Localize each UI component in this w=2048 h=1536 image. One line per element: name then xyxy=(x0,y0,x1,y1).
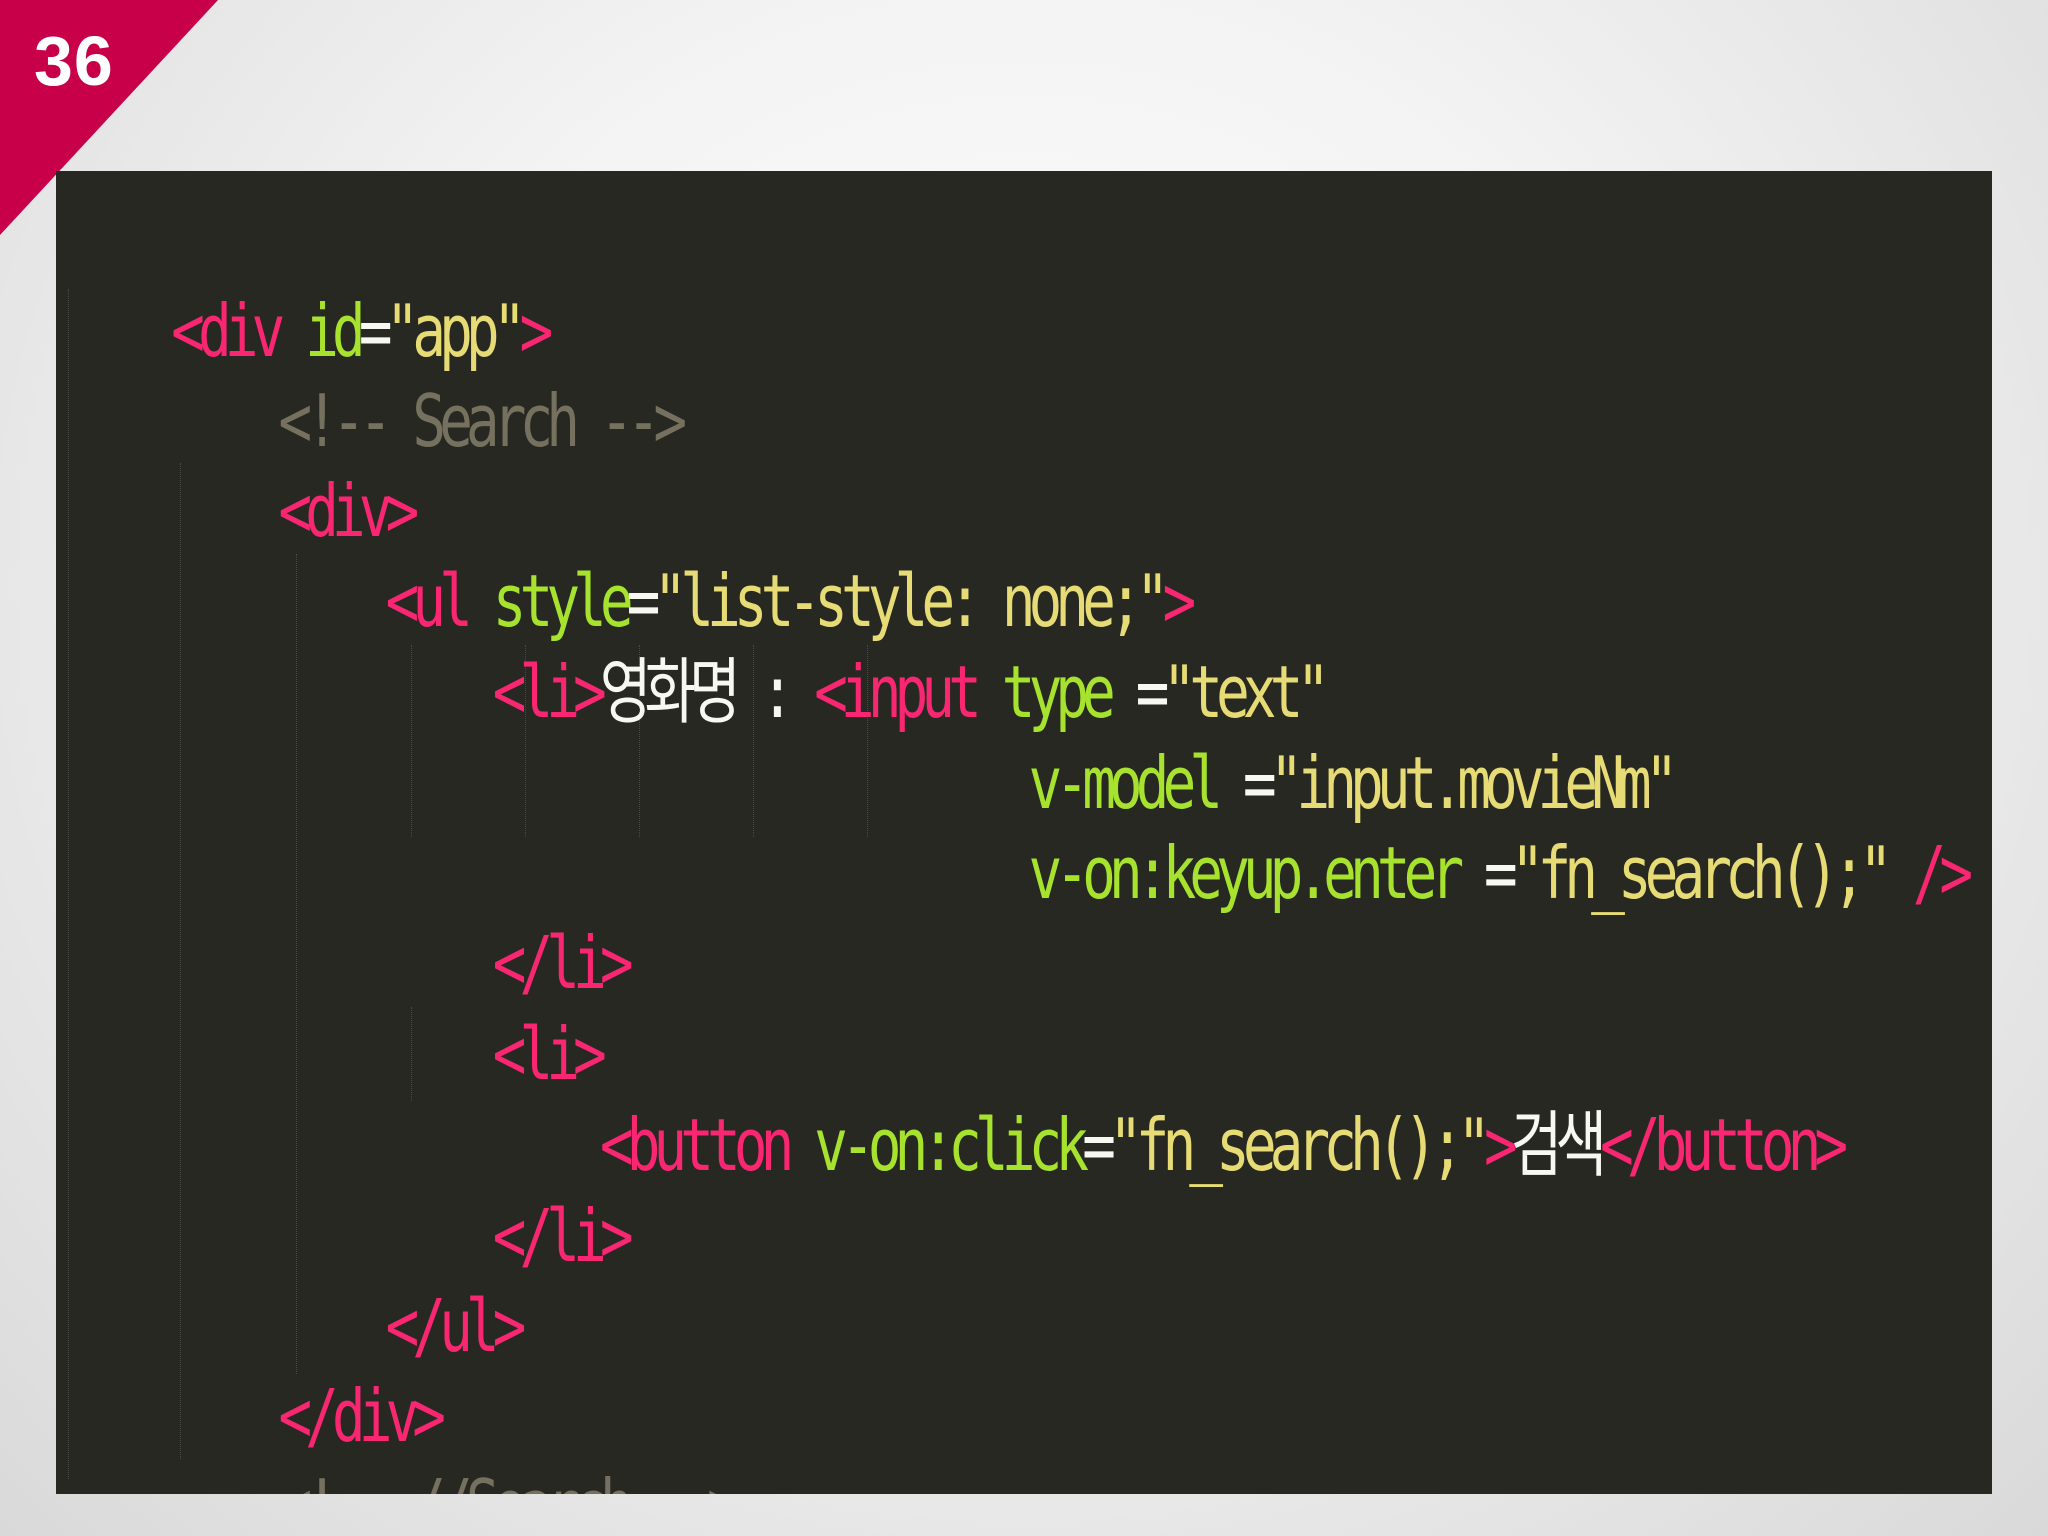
code-token-comment: <!-- //Search --> xyxy=(278,1464,740,1494)
code-line: </ul> xyxy=(64,1188,526,1368)
code-token-tag: > xyxy=(1483,1103,1518,1187)
slide-number: 36 xyxy=(34,22,114,100)
code-token-tag: /> xyxy=(1885,831,1974,915)
code-token-tag: </button> xyxy=(1600,1103,1848,1187)
code-token-text: 검색 xyxy=(1510,1103,1607,1187)
code-token-operator: = xyxy=(1457,831,1518,915)
code-line: <div> xyxy=(64,373,419,553)
code-line: <li>영화명 : <input type ="text" xyxy=(64,554,1331,734)
code-line: <!-- //Search --> xyxy=(64,1368,740,1494)
code-line: <ul style="list-style: none;"> xyxy=(64,463,1196,643)
code-line: </li> xyxy=(64,825,634,1005)
code-token-string: "fn_search();" xyxy=(1108,1103,1491,1187)
code-line: <!-- Search --> xyxy=(64,283,687,463)
code-line: </li> xyxy=(64,1098,634,1278)
code-line: </div> xyxy=(64,1278,446,1458)
code-token-tag: <button xyxy=(599,1103,815,1187)
code-token-attribute: v-on:keyup.enter xyxy=(1028,831,1464,915)
code-line: <button v-on:click="fn_search();">검색</bu… xyxy=(64,1007,1848,1187)
code-line: v-on:keyup.enter ="fn_search();" /> xyxy=(64,735,1973,915)
code-line: v-model ="input.movieNm" xyxy=(64,645,1678,825)
code-editor[interactable]: <div id="app"> <!-- Search --> <div> <ul… xyxy=(56,171,1992,1494)
code-line: <li> xyxy=(64,916,607,1096)
code-token-operator: = xyxy=(1082,1103,1116,1187)
code-token-string: "fn_search();" xyxy=(1510,831,1893,915)
code-token-attribute: v-on:click xyxy=(814,1103,1089,1187)
code-line: <div id="app"> xyxy=(64,193,553,373)
